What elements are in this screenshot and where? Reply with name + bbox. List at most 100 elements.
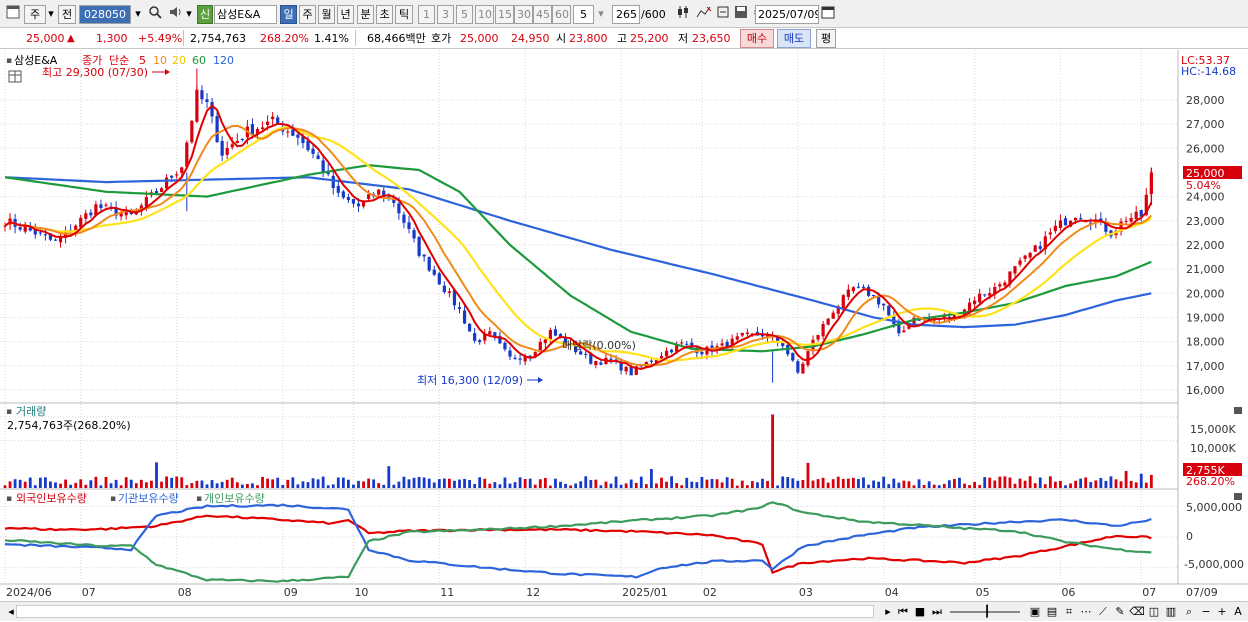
legend-bullet: ▪ xyxy=(6,56,12,66)
tab-period-year[interactable]: 년 xyxy=(337,5,354,24)
window-menu-icon[interactable] xyxy=(4,5,22,24)
first-page-icon[interactable]: ⏮ xyxy=(894,603,912,622)
candle-body xyxy=(872,294,876,297)
chevron-down-icon[interactable]: ▾ xyxy=(45,5,57,24)
stop-icon[interactable]: ■ xyxy=(911,603,929,622)
code-dropdown-icon[interactable]: ▾ xyxy=(131,5,145,24)
num-button-3[interactable]: 3 xyxy=(437,5,454,24)
new-badge[interactable]: 신 xyxy=(197,5,213,24)
num-button-60[interactable]: 60 xyxy=(552,5,571,24)
search-icon[interactable]: ⌕ xyxy=(1180,603,1198,622)
volume-bar xyxy=(448,478,451,488)
auto-scale-icon[interactable]: A xyxy=(1229,603,1247,622)
candle-body xyxy=(1063,218,1068,226)
volume-bar xyxy=(887,484,891,488)
current-pct-label: 5.04% xyxy=(1186,179,1221,192)
volume-bar xyxy=(1134,482,1138,488)
volume-bar xyxy=(594,479,598,488)
shape-icon[interactable]: ◫ xyxy=(1145,603,1163,622)
volume-bar xyxy=(917,479,921,488)
candle-body xyxy=(473,333,477,341)
eraser-icon[interactable]: ⌫ xyxy=(1128,603,1146,622)
last-page-icon[interactable]: ⏭ xyxy=(928,603,946,622)
volume-bar xyxy=(326,485,330,488)
volume-bar xyxy=(367,478,370,488)
volume-ratio: 268.20% xyxy=(260,32,309,45)
candle-body xyxy=(856,286,861,288)
indicator-icon[interactable] xyxy=(695,5,713,24)
volume-bar xyxy=(478,477,482,488)
volume-bar xyxy=(665,481,668,488)
panel-collapse-icon[interactable] xyxy=(1234,493,1242,500)
calendar-icon[interactable] xyxy=(819,5,837,24)
volume-bar xyxy=(372,479,376,488)
num-button-10[interactable]: 10 xyxy=(475,5,494,24)
candle-settings-icon[interactable] xyxy=(675,5,693,24)
code-input[interactable]: 028050 xyxy=(79,5,131,24)
slider-handle-icon[interactable]: ┃ xyxy=(978,603,996,622)
trend-line-icon[interactable]: ⟋ xyxy=(1094,603,1112,622)
num-button-15[interactable]: 15 xyxy=(495,5,514,24)
dividend-annotation: 배당락(0.00%) xyxy=(562,339,636,352)
chart-type-icon[interactable]: ▥ xyxy=(1162,603,1180,622)
bid-value: 24,950 xyxy=(511,32,550,45)
save-icon[interactable] xyxy=(732,5,750,24)
search-icon[interactable] xyxy=(146,5,164,24)
copy-icon[interactable]: ▣ xyxy=(1026,603,1044,622)
tab-period-week[interactable]: 주 xyxy=(299,5,316,24)
volume-bar xyxy=(543,477,547,488)
tab-period-month[interactable]: 월 xyxy=(318,5,335,24)
volume-bar xyxy=(730,478,734,488)
scroll-track[interactable] xyxy=(16,605,874,618)
num-button-30[interactable]: 30 xyxy=(514,5,533,24)
speaker-dropdown-icon[interactable]: ▾ xyxy=(184,5,194,24)
candle-body xyxy=(1028,252,1032,258)
open-label: 시 xyxy=(556,32,567,45)
buy-button[interactable]: 매수 xyxy=(740,29,774,48)
layout-icon[interactable]: ▤ xyxy=(1043,603,1061,622)
open-value: 23,800 xyxy=(569,32,608,45)
prev-button[interactable]: 전 xyxy=(58,5,76,24)
candle-body xyxy=(38,232,42,234)
volume-bar xyxy=(160,481,163,488)
dotted-line-icon[interactable]: ⋯ xyxy=(1077,603,1095,622)
candle-body xyxy=(887,305,891,316)
tab-period-minute[interactable]: 분 xyxy=(357,5,374,24)
volume-bar xyxy=(715,479,719,488)
tab-period-day[interactable]: 일 xyxy=(280,5,297,24)
price-tick-label: 17,000 xyxy=(1186,360,1225,373)
volume-bar xyxy=(639,476,643,488)
candle-body xyxy=(341,191,345,198)
legend-ma60: 60 xyxy=(192,54,206,67)
stock-chart[interactable]: 28,000 27,000 26,000 24,000 23,000 22,000 21,0… xyxy=(0,50,1248,601)
price-tick-label: 20,000 xyxy=(1186,287,1225,300)
volume-bar xyxy=(442,478,446,488)
interval-dropdown-icon[interactable]: ▾ xyxy=(594,5,608,24)
speaker-icon[interactable] xyxy=(167,5,185,24)
candle-body xyxy=(356,203,361,207)
period-select[interactable]: 주 xyxy=(24,5,46,24)
count-input[interactable]: 265 xyxy=(612,5,640,24)
zoom-icon[interactable] xyxy=(714,5,732,24)
vol-tick-10000k: 10,000K xyxy=(1190,442,1236,455)
date-input[interactable]: 2025/07/09 xyxy=(755,5,819,24)
num-button-1[interactable]: 1 xyxy=(418,5,435,24)
crosshair-icon[interactable]: ⌗ xyxy=(1060,603,1078,622)
num-button-5[interactable]: 5 xyxy=(456,5,473,24)
volume-bar xyxy=(932,484,936,488)
x-axis-label: 12 xyxy=(526,586,540,599)
candle-body xyxy=(422,254,426,257)
num-button-45[interactable]: 45 xyxy=(533,5,552,24)
panel-collapse-icon[interactable] xyxy=(1234,407,1242,414)
tab-period-tick[interactable]: 틱 xyxy=(395,5,413,24)
candle-body xyxy=(801,363,805,374)
tab-period-second[interactable]: 초 xyxy=(376,5,393,24)
volume-bar xyxy=(240,484,244,488)
draw-icon[interactable]: ✎ xyxy=(1111,603,1129,622)
x-axis-label: 07 xyxy=(82,586,96,599)
sell-button[interactable]: 매도 xyxy=(777,29,811,48)
eval-button[interactable]: 평 xyxy=(816,29,836,48)
interval-input[interactable]: 5 xyxy=(573,5,594,24)
volume-bar xyxy=(852,477,855,488)
candle-body xyxy=(23,226,27,232)
